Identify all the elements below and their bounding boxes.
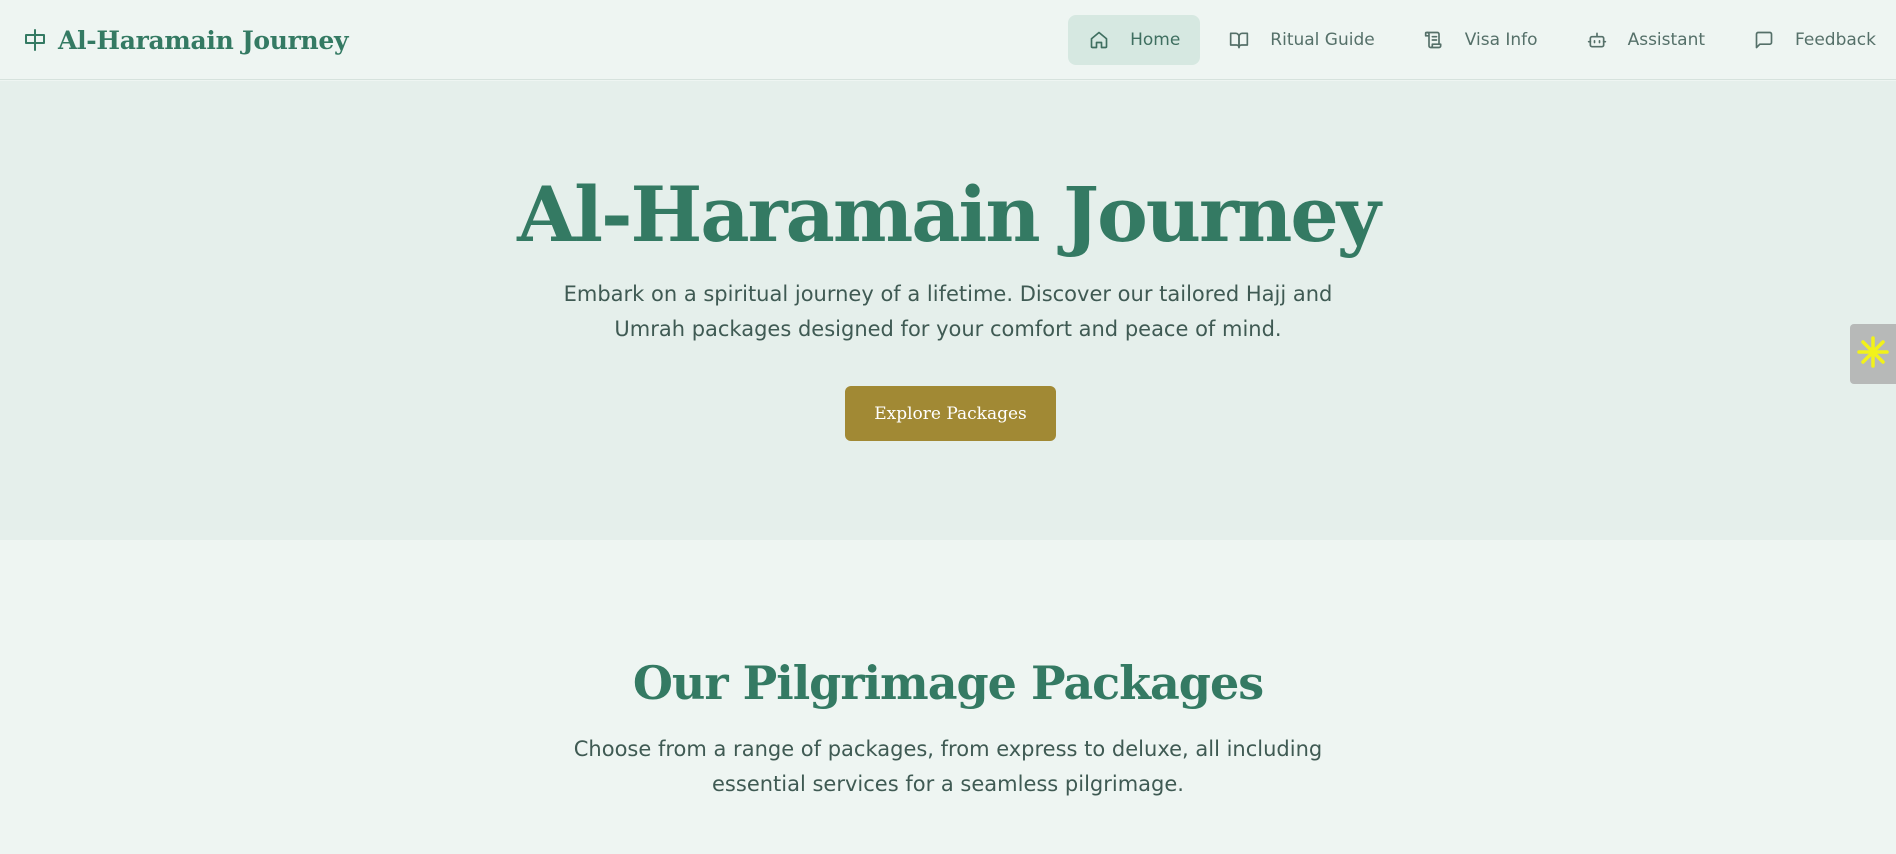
nav-item-assistant[interactable]: Assistant	[1566, 15, 1725, 65]
side-widget-tab[interactable]	[1850, 324, 1896, 384]
nav-item-label: Assistant	[1627, 30, 1706, 50]
nav-item-feedback[interactable]: Feedback	[1733, 15, 1896, 65]
brand[interactable]: Al-Haramain Journey	[22, 20, 349, 60]
main-nav: Home Ritual Guide Visa Info Assistant Fe…	[1060, 15, 1896, 65]
home-icon	[1088, 29, 1110, 51]
hero-section: Al-Haramain Journey Embark on a spiritua…	[0, 81, 1896, 540]
robot-icon	[1586, 29, 1608, 51]
nav-item-visa-info[interactable]: Visa Info	[1403, 15, 1558, 65]
nav-item-label: Feedback	[1795, 30, 1876, 50]
section-title: Our Pilgrimage Packages	[632, 656, 1264, 710]
nav-item-label: Ritual Guide	[1270, 30, 1375, 50]
top-navbar: Al-Haramain Journey Home Ritual Guide Vi…	[0, 0, 1896, 80]
scroll-icon	[1423, 29, 1445, 51]
brand-name: Al-Haramain Journey	[58, 25, 349, 55]
nav-item-ritual-guide[interactable]: Ritual Guide	[1208, 15, 1394, 65]
section-subtitle: Choose from a range of packages, from ex…	[573, 737, 1323, 796]
nav-item-home[interactable]: Home	[1068, 15, 1201, 65]
sparkle-icon	[1856, 335, 1890, 373]
message-icon	[1753, 29, 1775, 51]
hero-title: Al-Haramain Journey	[517, 170, 1381, 259]
book-icon	[1228, 29, 1250, 51]
hero-subtitle: Embark on a spiritual journey of a lifet…	[563, 282, 1333, 341]
explore-packages-button[interactable]: Explore Packages	[845, 386, 1056, 441]
nav-item-label: Visa Info	[1464, 30, 1538, 50]
nav-item-label: Home	[1130, 30, 1181, 50]
kaaba-icon	[22, 27, 48, 53]
